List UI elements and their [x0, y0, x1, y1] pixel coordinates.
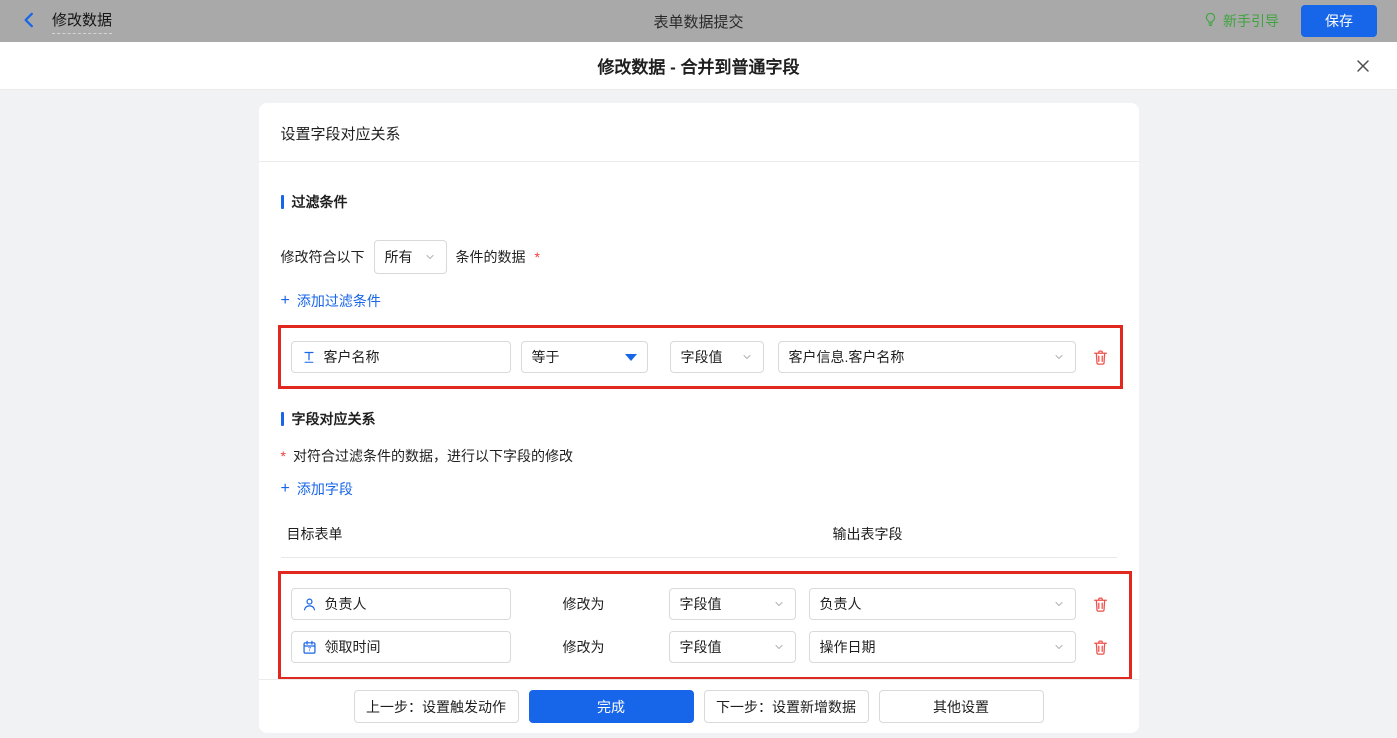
output-value-type-select[interactable]: 字段值 — [668, 631, 796, 663]
add-field-link[interactable]: + 添加字段 — [281, 479, 353, 499]
save-button[interactable]: 保存 — [1301, 5, 1377, 37]
match-mode-select[interactable]: 所有 — [373, 240, 447, 274]
condition-field-value: 客户名称 — [323, 349, 380, 365]
condition-operator-select[interactable]: 等于 — [520, 341, 648, 373]
chevron-down-icon — [1053, 641, 1065, 653]
output-field-select[interactable]: 操作日期 — [808, 631, 1076, 663]
output-field-value: 负责人 — [819, 596, 862, 612]
filter-section-title: 过滤条件 — [280, 192, 1117, 212]
delete-condition-button[interactable] — [1092, 349, 1109, 366]
topbar: 表单数据提交 修改数据 新手引导 保存 — [0, 0, 1397, 42]
filter-condition-row: 客户名称 等于 字段值 客户信息.客户名称 — [290, 341, 1110, 373]
section-marker — [280, 195, 284, 209]
chevron-down-icon — [424, 251, 436, 263]
target-field-input[interactable]: 7 领取时间 — [290, 631, 511, 663]
chevron-down-icon — [773, 641, 785, 653]
mapping-section-title: 字段对应关系 — [280, 409, 1117, 429]
calendar-icon: 7 — [302, 640, 317, 655]
annotation-box-filter: 客户名称 等于 字段值 客户信息.客户名称 — [277, 325, 1123, 389]
mapping-columns-header: 目标表单 输出表字段 — [280, 524, 1117, 558]
output-value-type: 字段值 — [679, 639, 722, 655]
condition-field-input[interactable]: 客户名称 — [290, 341, 511, 373]
mapping-description: * 对符合过滤条件的数据，进行以下字段的修改 — [281, 446, 1117, 466]
plus-icon: + — [280, 480, 290, 497]
prev-step-button[interactable]: 上一步：设置触发动作 — [353, 690, 519, 723]
chevron-down-icon — [1053, 351, 1065, 363]
text-field-icon — [302, 350, 316, 364]
chevron-left-icon — [20, 11, 38, 32]
user-icon — [302, 597, 317, 612]
other-settings-button[interactable]: 其他设置 — [878, 690, 1044, 723]
mapping-section-label: 字段对应关系 — [291, 411, 376, 427]
required-mark: * — [534, 249, 540, 265]
target-field-value: 负责人 — [324, 596, 367, 612]
chevron-down-icon — [773, 598, 785, 610]
add-field-label: 添加字段 — [296, 481, 353, 497]
plus-icon: + — [280, 292, 290, 309]
flow-name[interactable]: 修改数据 — [52, 9, 113, 34]
add-filter-condition-link[interactable]: + 添加过滤条件 — [281, 291, 381, 311]
done-button[interactable]: 完成 — [528, 690, 694, 723]
close-icon[interactable] — [1355, 58, 1371, 74]
condition-value-type: 字段值 — [680, 349, 723, 365]
filter-match-line: 修改符合以下 所有 条件的数据 * — [281, 240, 1117, 274]
match-suffix: 条件的数据 — [455, 249, 526, 265]
modal-header: 修改数据 - 合并到普通字段 — [0, 42, 1397, 90]
mapping-row: 7 领取时间 修改为 字段值 操作日期 — [290, 631, 1119, 663]
column-output-field: 输出表字段 — [832, 526, 903, 542]
required-mark: * — [280, 448, 286, 464]
column-target-form: 目标表单 — [286, 526, 343, 542]
target-field-value: 领取时间 — [324, 639, 381, 655]
condition-operator-value: 等于 — [531, 349, 560, 365]
section-marker — [280, 412, 284, 426]
svg-text:7: 7 — [307, 646, 311, 653]
mapping-row: 负责人 修改为 字段值 负责人 — [290, 588, 1119, 620]
output-field-select[interactable]: 负责人 — [808, 588, 1076, 620]
modify-to-label: 修改为 — [562, 596, 605, 612]
modal-title: 修改数据 - 合并到普通字段 — [597, 58, 800, 77]
settings-card: 设置字段对应关系 过滤条件 修改符合以下 所有 条件的数据 * + 添加过滤条件… — [258, 103, 1139, 733]
condition-value-select[interactable]: 客户信息.客户名称 — [777, 341, 1076, 373]
topbar-title: 表单数据提交 — [653, 13, 744, 31]
card-footer: 上一步：设置触发动作 完成 下一步：设置新增数据 其他设置 — [258, 679, 1139, 733]
output-value-type-select[interactable]: 字段值 — [668, 588, 796, 620]
newbie-guide-link[interactable]: 新手引导 — [1203, 11, 1279, 31]
match-prefix: 修改符合以下 — [280, 249, 365, 265]
output-field-value: 操作日期 — [819, 639, 876, 655]
mapping-description-text: 对符合过滤条件的数据，进行以下字段的修改 — [292, 448, 573, 464]
card-title: 设置字段对应关系 — [258, 103, 1139, 162]
page-background: 设置字段对应关系 过滤条件 修改符合以下 所有 条件的数据 * + 添加过滤条件… — [0, 90, 1397, 738]
delete-field-button[interactable] — [1092, 639, 1109, 656]
newbie-guide-label: 新手引导 — [1223, 13, 1279, 29]
condition-value: 客户信息.客户名称 — [788, 349, 905, 365]
modify-to-label: 修改为 — [562, 639, 605, 655]
delete-field-button[interactable] — [1092, 596, 1109, 613]
condition-value-type-select[interactable]: 字段值 — [669, 341, 764, 373]
add-filter-condition-label: 添加过滤条件 — [296, 293, 381, 309]
back-button[interactable] — [20, 11, 38, 32]
output-value-type: 字段值 — [679, 596, 722, 612]
match-mode-value: 所有 — [384, 249, 413, 265]
chevron-down-icon — [1053, 598, 1065, 610]
lightbulb-icon — [1203, 12, 1218, 30]
chevron-down-icon — [741, 351, 753, 363]
next-step-button[interactable]: 下一步：设置新增数据 — [703, 690, 869, 723]
caret-down-icon — [624, 353, 637, 361]
annotation-box-mapping: 负责人 修改为 字段值 负责人 7 领取时间 修改为 字段值 操作日期 — [277, 571, 1132, 680]
target-field-input[interactable]: 负责人 — [290, 588, 511, 620]
filter-section-label: 过滤条件 — [291, 194, 348, 210]
